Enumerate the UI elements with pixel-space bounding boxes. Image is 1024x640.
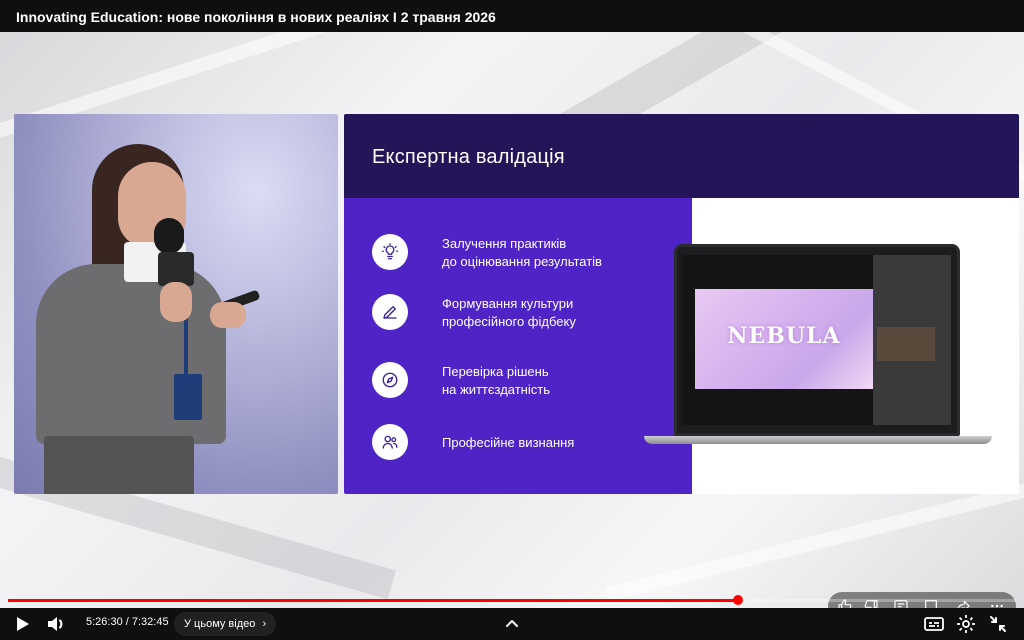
progress-played: [8, 599, 738, 602]
background-beam: [605, 476, 1024, 602]
chevron-right-icon: ›: [262, 618, 267, 630]
slide-list-text: Формування культури професійного фідбеку: [442, 296, 576, 329]
laptop-screen: NEBULA: [674, 244, 960, 436]
chapter-label: У цьому відео: [184, 618, 256, 630]
microphone-handle: [158, 252, 194, 286]
slide-list-item: Професійне визнання: [372, 424, 682, 464]
laptop-mockup: NEBULA: [644, 244, 992, 454]
slide-list-item: Залучення практиків до оцінювання резуль…: [372, 234, 682, 274]
speaker-hand: [160, 282, 192, 322]
nebula-preview-image: NEBULA: [695, 289, 873, 389]
nebula-logo-text: NEBULA: [727, 323, 841, 349]
settings-gear-icon[interactable]: [954, 612, 978, 636]
microphone: [154, 218, 184, 254]
slide-title: Експертна валідація: [372, 146, 565, 168]
chapter-button[interactable]: У цьому відео ›: [174, 612, 277, 636]
pencil-icon: [372, 294, 408, 330]
speaker-skirt: [44, 436, 194, 494]
webcam-thumbnail: [877, 327, 935, 361]
slide-header: Експертна валідація: [344, 114, 1019, 198]
lightbulb-icon: [372, 234, 408, 270]
presentation-slide: Експертна валідація Залучення практиків …: [344, 114, 1019, 494]
exit-fullscreen-icon[interactable]: [986, 612, 1010, 636]
video-player[interactable]: Innovating Education: нове покоління в н…: [0, 0, 1024, 640]
video-title-bar: Innovating Education: нове покоління в н…: [0, 0, 1024, 32]
users-icon: [372, 424, 408, 460]
name-badge: [174, 374, 202, 420]
progress-bar[interactable]: [8, 595, 1016, 605]
slide-list-item: Перевірка рішень на життєздатність: [372, 362, 682, 402]
player-controls: 5:26:30 / 7:32:45 У цьому відео ›: [0, 608, 1024, 640]
slide-list-text: Професійне визнання: [442, 435, 575, 450]
video-title[interactable]: Innovating Education: нове покоління в н…: [16, 9, 496, 25]
subtitles-icon[interactable]: [922, 612, 946, 636]
chevron-up-icon[interactable]: [500, 612, 524, 636]
play-button[interactable]: [10, 612, 34, 636]
compass-icon: [372, 362, 408, 398]
slide-list-text: Перевірка рішень на життєздатність: [442, 364, 550, 397]
volume-icon[interactable]: [44, 612, 68, 636]
speaker-video-panel: [14, 114, 338, 494]
speaker-hand: [210, 302, 246, 328]
laptop-base: [644, 436, 992, 444]
video-frame[interactable]: Експертна валідація Залучення практиків …: [0, 32, 1024, 608]
slide-list-item: Формування культури професійного фідбеку: [372, 294, 682, 334]
slide-list-panel: Залучення практиків до оцінювання резуль…: [344, 198, 692, 494]
progress-scrubber-handle[interactable]: [732, 595, 743, 605]
time-display: 5:26:30 / 7:32:45: [86, 616, 169, 628]
slide-list-text: Залучення практиків до оцінювання резуль…: [442, 236, 602, 269]
